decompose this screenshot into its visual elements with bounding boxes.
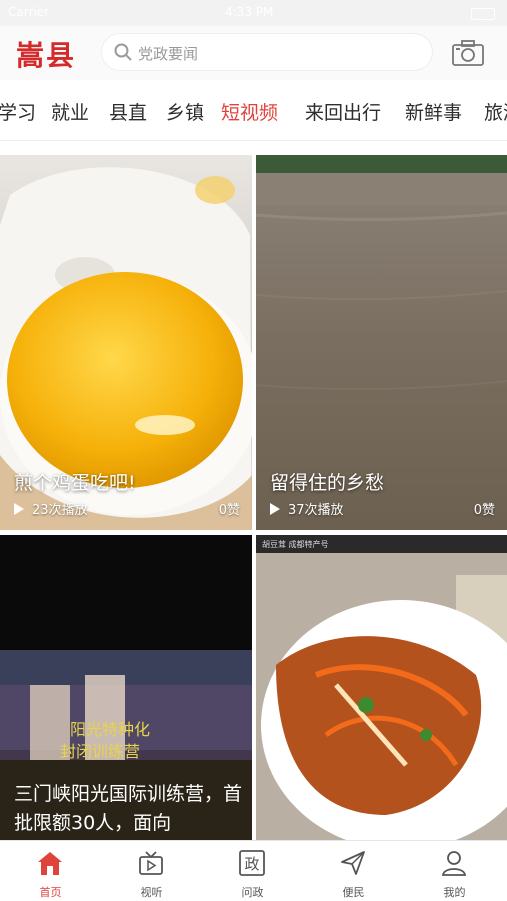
zheng-icon: 政 <box>239 850 265 876</box>
home-icon <box>38 852 62 875</box>
tab-xiangzhen[interactable]: 乡镇 <box>166 98 204 125</box>
svg-text:政: 政 <box>244 855 259 873</box>
tab-home[interactable]: 首页 <box>0 841 101 901</box>
search-bar[interactable]: 党政要闻 <box>102 34 432 70</box>
tab-label: 我的 <box>443 886 466 899</box>
overlay-text: 阳光特种化 <box>70 720 150 739</box>
tab-lvyou[interactable]: 旅游 <box>484 98 507 125</box>
tab-wenzheng[interactable]: 政 问政 <box>202 841 303 901</box>
overlay-text: 胡豆茸 成都特产号 <box>262 539 329 549</box>
tab-wode[interactable]: 我的 <box>404 841 505 901</box>
like-count: 0赞 <box>218 503 240 518</box>
video-card-egg[interactable]: 煎个鸡蛋吃吧! 23次播放 0赞 <box>0 155 252 530</box>
tab-shiting[interactable]: 视听 <box>101 841 202 901</box>
bottom-tab-bar: 首页 视听 政 问政 便民 我的 <box>0 840 507 901</box>
tab-label: 问政 <box>241 886 264 899</box>
header: 嵩县 党政要闻 <box>0 26 507 80</box>
play-count-text: 37次播放 <box>288 503 344 518</box>
video-card-food[interactable]: 胡豆茸 成都特产号 <box>256 535 507 840</box>
video-card-river[interactable]: 留得住的乡愁 37次播放 0赞 <box>256 155 507 530</box>
carrier-label: Carrier <box>8 5 50 19</box>
tab-xianzhi[interactable]: 县直 <box>109 98 147 125</box>
video-grid: 煎个鸡蛋吃吧! 23次播放 0赞 留得住的乡愁 37次播放 0赞 阳光特种化 封… <box>0 155 507 840</box>
user-icon <box>441 851 467 876</box>
tab-xinxianshi[interactable]: 新鲜事 <box>405 98 462 125</box>
video-card-gym[interactable]: 阳光特种化 封闭训练营 三门峡阳光国际训练营，首批限额30人，面向 <box>0 535 252 840</box>
camera-icon[interactable] <box>451 39 485 67</box>
search-icon <box>114 43 132 61</box>
search-placeholder: 党政要闻 <box>138 45 199 63</box>
video-title: 留得住的乡愁 <box>270 472 385 494</box>
video-title: 煎个鸡蛋吃吧! <box>14 472 136 494</box>
channel-tabs: 学习 就业 县直 乡镇 短视频 来回出行 新鲜事 旅游 <box>0 80 507 141</box>
battery-icon <box>471 8 495 20</box>
play-count: 23次播放 <box>14 499 88 518</box>
tv-icon <box>139 851 163 875</box>
status-bar: Carrier 4:33 PM <box>0 0 507 26</box>
like-count: 0赞 <box>473 503 495 518</box>
tab-label: 便民 <box>342 886 365 899</box>
tab-label: 首页 <box>39 886 62 899</box>
tab-short-video[interactable]: 短视频 <box>221 98 278 125</box>
tab-xuexi[interactable]: 学习 <box>0 98 36 125</box>
tab-jiuye[interactable]: 就业 <box>51 98 89 125</box>
tab-bianmin[interactable]: 便民 <box>303 841 404 901</box>
video-title: 三门峡阳光国际训练营，首批限额30人，面向 <box>14 783 243 834</box>
overlay-text: 封闭训练营 <box>60 742 140 761</box>
status-time: 4:33 PM <box>225 5 274 19</box>
play-icon <box>14 503 24 515</box>
app-logo: 嵩县 <box>16 39 77 72</box>
send-icon <box>341 851 365 875</box>
play-count-text: 23次播放 <box>32 503 88 518</box>
play-count: 37次播放 <box>270 499 344 518</box>
tab-label: 视听 <box>140 886 163 899</box>
play-icon <box>270 503 280 515</box>
food-thumbnail: 胡豆茸 成都特产号 <box>256 535 507 840</box>
tab-laihui-chuxing[interactable]: 来回出行 <box>305 98 381 125</box>
